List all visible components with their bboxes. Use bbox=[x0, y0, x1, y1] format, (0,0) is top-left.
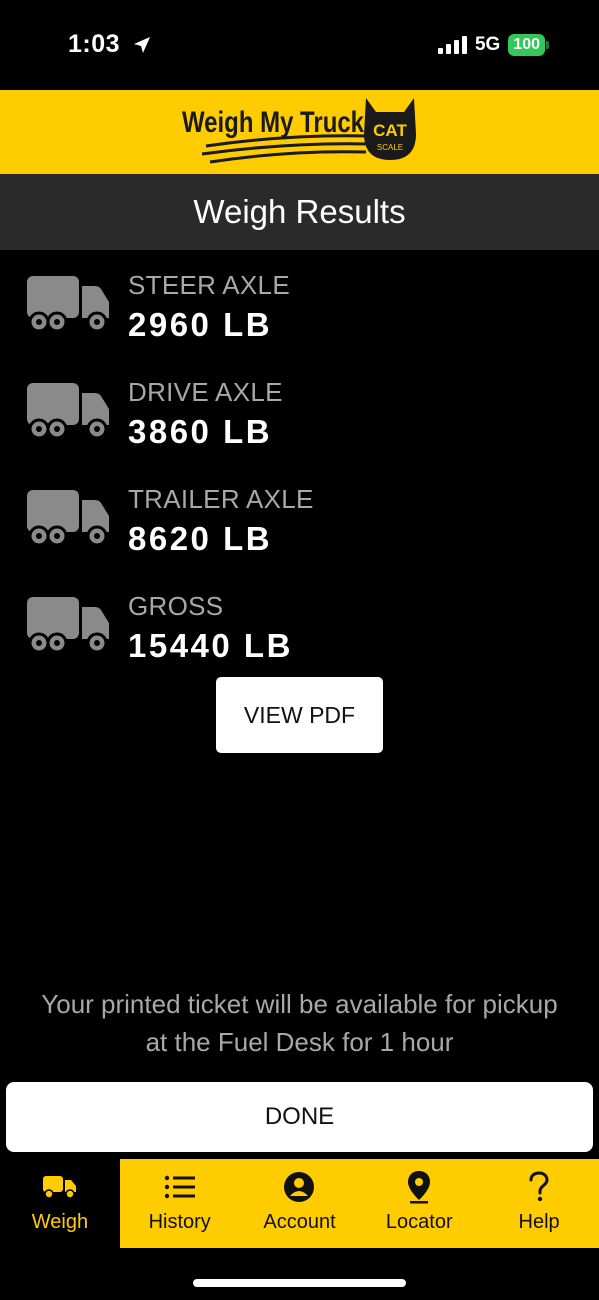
page-title: Weigh Results bbox=[193, 193, 406, 230]
result-label: GROSS bbox=[128, 591, 224, 621]
cat-scale-badge-icon: CAT SCALE bbox=[364, 98, 416, 160]
network-type: 5G bbox=[474, 34, 501, 55]
view-pdf-button[interactable]: VIEW PDF bbox=[216, 677, 383, 753]
ticket-pickup-note: Your printed ticket will be available fo… bbox=[41, 989, 558, 1057]
home-indicator[interactable] bbox=[193, 1279, 406, 1287]
result-value: 15440 LB bbox=[128, 627, 293, 664]
result-label: TRAILER AXLE bbox=[128, 484, 314, 514]
result-row-steer-axle: STEER AXLE 2960 LB bbox=[0, 262, 599, 362]
tab-label: Weigh bbox=[31, 1211, 89, 1233]
result-value: 3860 LB bbox=[128, 413, 273, 450]
tab-label: History bbox=[148, 1211, 211, 1233]
tab-label: Locator bbox=[385, 1211, 453, 1233]
tab-label: Account bbox=[263, 1211, 336, 1233]
tab-weigh[interactable]: Weigh bbox=[0, 1159, 120, 1248]
result-row-trailer-axle: TRAILER AXLE 8620 LB bbox=[0, 476, 599, 576]
tab-label: Help bbox=[518, 1211, 560, 1233]
result-row-gross: GROSS 15440 LB bbox=[0, 583, 599, 683]
bottom-tab-bar: Weigh History Account Locator Help bbox=[0, 1159, 599, 1248]
battery-icon: 100 bbox=[508, 34, 549, 56]
tab-account[interactable]: Account bbox=[240, 1159, 360, 1248]
status-time: 1:03 bbox=[68, 30, 152, 59]
tab-history[interactable]: History bbox=[120, 1159, 240, 1248]
done-button[interactable]: DONE bbox=[6, 1082, 593, 1152]
list-icon bbox=[164, 1169, 196, 1205]
result-value: 8620 LB bbox=[128, 520, 273, 557]
truck-icon bbox=[27, 597, 109, 653]
status-bar: 1:03 5G 100 bbox=[0, 0, 599, 90]
brand-bar: Weigh My Truck CAT SCALE bbox=[0, 90, 599, 174]
result-value: 2960 LB bbox=[128, 306, 273, 343]
question-icon bbox=[528, 1169, 550, 1205]
location-pin-icon bbox=[406, 1169, 432, 1205]
result-label: STEER AXLE bbox=[128, 270, 290, 300]
logo-wordmark: Weigh My Truck bbox=[182, 106, 364, 139]
location-arrow-icon bbox=[133, 37, 150, 54]
tab-locator[interactable]: Locator bbox=[359, 1159, 479, 1248]
truck-icon bbox=[42, 1169, 77, 1205]
clock-text: 1:03 bbox=[68, 30, 121, 58]
status-indicators: 5G 100 bbox=[437, 32, 549, 58]
battery-level: 100 bbox=[508, 34, 545, 56]
result-label: DRIVE AXLE bbox=[128, 377, 283, 407]
truck-icon bbox=[27, 276, 109, 332]
svg-text:CAT: CAT bbox=[373, 121, 407, 140]
svg-text:SCALE: SCALE bbox=[377, 143, 403, 152]
account-icon bbox=[283, 1169, 315, 1205]
truck-icon bbox=[27, 490, 109, 546]
page-header: Weigh Results bbox=[0, 174, 599, 250]
truck-icon bbox=[27, 383, 109, 439]
weigh-my-truck-logo: Weigh My Truck CAT SCALE bbox=[182, 98, 416, 164]
tab-help[interactable]: Help bbox=[479, 1159, 599, 1248]
result-row-drive-axle: DRIVE AXLE 3860 LB bbox=[0, 369, 599, 469]
signal-bars-icon bbox=[437, 36, 467, 54]
